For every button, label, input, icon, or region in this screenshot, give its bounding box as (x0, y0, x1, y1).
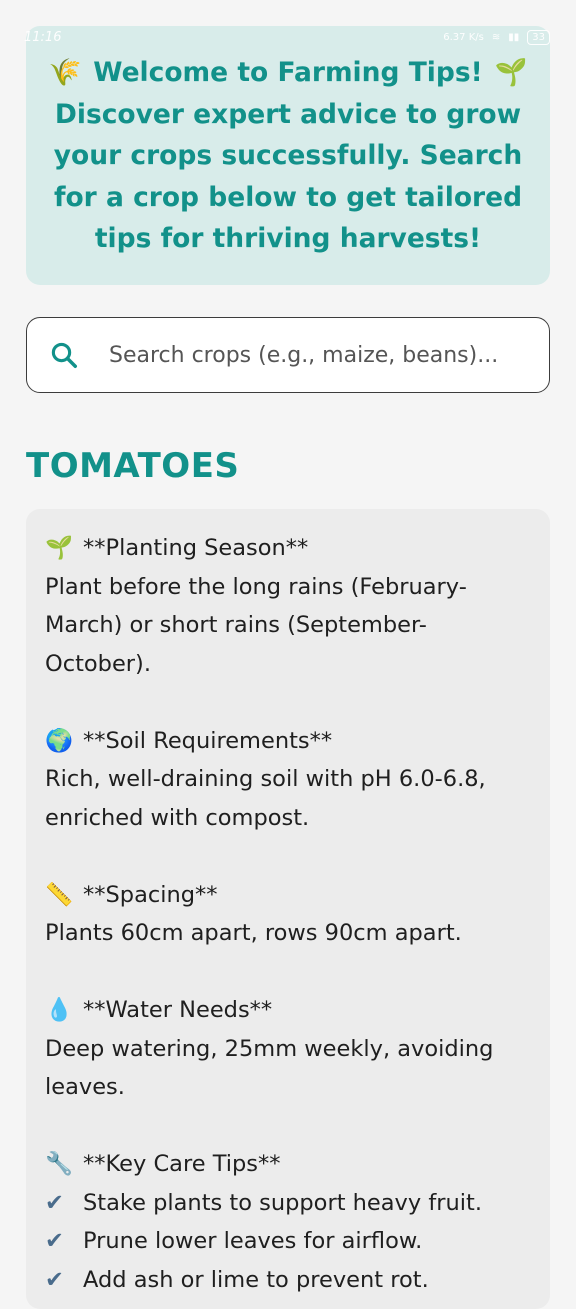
section-heading: **Water Needs** (83, 997, 273, 1023)
section-text: Deep watering, 25mm weekly, avoiding lea… (45, 1035, 494, 1101)
section-heading: **Soil Requirements** (83, 727, 333, 754)
crop-tips-card: 🌱 **Planting Season** Plant before the lo… (26, 509, 550, 1309)
section-heading: **Spacing** (83, 881, 218, 908)
wrench-icon: 🔧 (45, 1151, 74, 1177)
search-box[interactable] (26, 317, 550, 393)
search-icon[interactable] (49, 340, 79, 370)
globe-icon: 🌍 (45, 727, 74, 754)
care-tip-text: Stake plants to support heavy fruit. (83, 1189, 483, 1216)
seedling-icon: 🌱 (45, 535, 74, 561)
search-input[interactable] (109, 342, 549, 368)
care-tip-text: Prune lower leaves for airflow. (83, 1228, 423, 1254)
welcome-title: Welcome to Farming Tips! (93, 57, 483, 88)
wheat-icon: 🌾 (48, 57, 82, 88)
tip-section-planting: 🌱 **Planting Season** Plant before the lo… (45, 529, 531, 683)
section-text: Plants 60cm apart, rows 90cm apart. (45, 920, 462, 946)
tip-section-spacing: 📏 **Spacing** Plants 60cm apart, rows 90c… (45, 876, 531, 953)
checkmark-icon: ✔ (45, 1228, 64, 1254)
checkmark-icon: ✔ (45, 1189, 64, 1216)
section-heading: **Key Care Tips** (83, 1151, 281, 1177)
section-heading: **Planting Season** (83, 535, 309, 561)
seedling-icon: 🌱 (494, 57, 528, 88)
welcome-description: Discover expert advice to grow your crop… (53, 98, 523, 255)
ruler-icon: 📏 (45, 881, 74, 908)
crop-title: TOMATOES (26, 446, 240, 486)
care-tip-item: ✔ Stake plants to support heavy fruit. (45, 1184, 531, 1223)
welcome-banner: 🌾 Welcome to Farming Tips! 🌱 Discover ex… (26, 26, 550, 285)
care-tip-item: ✔ Prune lower leaves for airflow. (45, 1222, 531, 1261)
section-text: Rich, well-draining soil with pH 6.0-6.8… (45, 766, 486, 831)
droplet-icon: 💧 (45, 997, 74, 1023)
section-text: Plant before the long rains (February-Ma… (45, 573, 467, 677)
tip-section-soil: 🌍 **Soil Requirements** Rich, well-draini… (45, 722, 531, 838)
tip-section-care: 🔧 **Key Care Tips** ✔ Stake plants to supp… (45, 1145, 531, 1299)
tip-section-water: 💧 **Water Needs** Deep watering, 25mm wee… (45, 991, 531, 1107)
